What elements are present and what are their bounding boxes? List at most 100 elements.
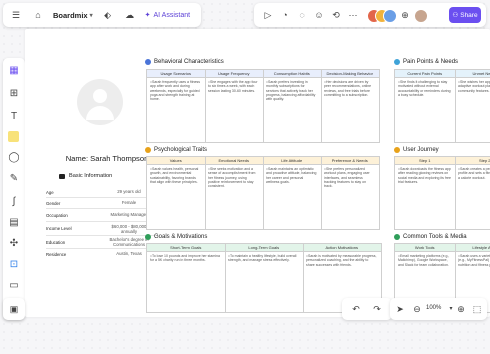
ai-assistant-button[interactable]: ✦ AI Assistant bbox=[145, 11, 190, 20]
section-psychological[interactable]: Psychological Traits bbox=[145, 147, 207, 153]
column-header: Current Pain Points bbox=[395, 70, 456, 78]
persona-board[interactable]: Name: Sarah Thompson Basic Information A… bbox=[25, 29, 490, 317]
column-header: Long-Term Goals bbox=[225, 244, 304, 252]
cell-text: Sarah frequently uses a fitness app afte… bbox=[150, 80, 201, 102]
fit-screen-icon[interactable]: ⬚ bbox=[470, 302, 484, 316]
mindmap-icon[interactable]: ✣ bbox=[7, 237, 21, 251]
templates-icon[interactable]: ▦ bbox=[7, 64, 21, 78]
column-header: Consumption Habits bbox=[263, 70, 322, 78]
cell-text: To lose 10 pounds and improve her stamin… bbox=[150, 254, 220, 263]
home-icon[interactable]: ⌂ bbox=[31, 8, 45, 22]
cell-text: Sarah downloads the fitness app after re… bbox=[398, 167, 451, 184]
avatar[interactable] bbox=[383, 9, 397, 23]
section-title: Behavioral Characteristics bbox=[154, 59, 224, 65]
table-cell[interactable]: •Sarah values health, personal growth, a… bbox=[150, 167, 201, 227]
cloud-icon[interactable]: ☁ bbox=[123, 8, 137, 22]
table-cell[interactable]: •Sarah prefers investing in monthly subs… bbox=[266, 80, 317, 140]
section-goals[interactable]: Goals & Motivations bbox=[145, 234, 207, 240]
table-cell[interactable]: •She wishes her app offered adaptive wor… bbox=[458, 80, 490, 140]
menu-icon[interactable]: ☰ bbox=[9, 8, 23, 22]
section-title: Pain Points & Needs bbox=[403, 59, 459, 65]
cell-text: Sarah values health, personal growth, an… bbox=[150, 167, 199, 184]
section-journey[interactable]: User Journey bbox=[394, 147, 439, 153]
more-icon[interactable]: ⋯ bbox=[346, 8, 360, 22]
section-dot-icon bbox=[394, 147, 400, 153]
pen-icon[interactable]: ✎ bbox=[7, 172, 21, 186]
zoom-bar: ➤ ⊖ 100% ▾ ⊕ ⬚ bbox=[390, 298, 487, 320]
table-journey[interactable]: Step 1 •Sarah downloads the fitness app a… bbox=[394, 156, 490, 230]
left-tools-panel: ▦ ⊞ T ◯ ✎ ∫ ▤ ✣ ⊡ ▭ ⋯ bbox=[3, 58, 25, 320]
cursor-icon[interactable]: ➤ bbox=[393, 302, 407, 316]
section-tools[interactable]: Common Tools & Media bbox=[394, 234, 467, 240]
zoom-out-icon[interactable]: ⊖ bbox=[410, 302, 424, 316]
column-header: Short-Term Goals bbox=[147, 244, 226, 252]
user-avatar[interactable] bbox=[414, 9, 428, 23]
collab-toolbar: ▷ ◔ ◌ ☺ ⟲ ⋯ ⊕ ⚇ Share bbox=[254, 3, 486, 27]
column-header: Decision-Making Behavior bbox=[321, 70, 380, 78]
cell-text: To maintain a healthy lifestyle, build o… bbox=[228, 254, 297, 263]
table-psychological[interactable]: Values •Sarah values health, personal gro… bbox=[146, 156, 380, 230]
table-cell[interactable]: •Sarah maintains an optimistic and proac… bbox=[266, 167, 317, 227]
column-header: Work Tools bbox=[395, 244, 456, 252]
text-icon[interactable]: T bbox=[7, 110, 21, 124]
table-cell[interactable]: •She prefers personalized workout plans,… bbox=[324, 167, 375, 227]
table-cell[interactable]: •Her decisions are driven by peer recomm… bbox=[324, 80, 375, 140]
redo-icon[interactable]: ↷ bbox=[370, 302, 384, 316]
frame-icon[interactable]: ⊞ bbox=[7, 87, 21, 101]
id-card-icon bbox=[59, 173, 65, 179]
shape-icon[interactable]: ◯ bbox=[7, 151, 21, 165]
sticky-note-icon[interactable] bbox=[8, 131, 19, 142]
cell-text: Sarah maintains an optimistic and proact… bbox=[266, 167, 317, 184]
column-header: Usage Frequency bbox=[205, 70, 264, 78]
comment-icon[interactable]: ◌ bbox=[295, 8, 309, 22]
cell-text: She engages with the app four to six tim… bbox=[208, 80, 258, 93]
share-button[interactable]: ⚇ Share bbox=[449, 7, 481, 23]
info-label: Gender bbox=[46, 201, 61, 206]
column-header: Usage Scenarios bbox=[147, 70, 206, 78]
column-header: Step 2 bbox=[455, 157, 490, 165]
table-cell[interactable]: •She engages with the app four to six ti… bbox=[208, 80, 259, 140]
cell-text: Sarah prefers investing in monthly subsc… bbox=[266, 80, 316, 102]
connector-icon[interactable]: ∫ bbox=[7, 195, 21, 209]
profile-avatar bbox=[77, 79, 123, 125]
chat-icon[interactable]: ☺ bbox=[312, 8, 326, 22]
zoom-level[interactable]: 100% bbox=[426, 305, 441, 311]
info-label: Residence bbox=[46, 252, 67, 257]
tag-icon[interactable]: ⬖ bbox=[101, 8, 115, 22]
table-cell[interactable]: •Sarah downloads the fitness app after r… bbox=[398, 167, 451, 227]
apps-icon[interactable]: ⊡ bbox=[7, 258, 21, 272]
info-label: Age bbox=[46, 190, 54, 195]
zoom-in-icon[interactable]: ⊕ bbox=[454, 302, 468, 316]
user-plus-icon: ⚇ bbox=[452, 12, 459, 19]
history-bar: ↶ ↷ bbox=[342, 298, 392, 320]
minimap-icon[interactable]: ▣ bbox=[7, 302, 21, 316]
add-collaborator-icon[interactable]: ⊕ bbox=[398, 8, 412, 22]
history-icon[interactable]: ⟲ bbox=[329, 8, 343, 22]
basic-info-title: Basic Information bbox=[69, 173, 113, 179]
app-window: ☰ ⌂ Boardmix ▾ ⬖ ☁ ✦ AI Assistant ▷ ◔ ◌ ☺ … bbox=[0, 0, 490, 354]
section-behavioral[interactable]: Behavioral Characteristics bbox=[145, 59, 224, 65]
table-cell[interactable]: •She finds it challenging to stay motiva… bbox=[398, 80, 451, 140]
table-pain-points[interactable]: Current Pain Points •She finds it challen… bbox=[394, 69, 490, 143]
column-header: Lifestyle Apps bbox=[455, 244, 490, 252]
cell-text: She prefers personalized workout plans, … bbox=[324, 167, 370, 189]
info-label: Education bbox=[46, 240, 66, 245]
section-title: Common Tools & Media bbox=[403, 234, 467, 240]
basic-info-heading: Basic Information bbox=[59, 173, 112, 179]
top-toolbar: ☰ ⌂ Boardmix ▾ ⬖ ☁ ✦ AI Assistant bbox=[3, 3, 201, 27]
table-cell[interactable]: •To maintain a healthy lifestyle, build … bbox=[228, 254, 299, 310]
document-icon[interactable]: ▭ bbox=[7, 279, 21, 293]
section-pain-points[interactable]: Pain Points & Needs bbox=[394, 59, 458, 65]
column-header: Preference & Needs bbox=[321, 157, 380, 165]
table-cell[interactable]: •Sarah creates a personalized profile an… bbox=[458, 167, 490, 227]
table-cell[interactable]: •She seeks motivation and a sense of acc… bbox=[208, 167, 259, 227]
section-dot-icon bbox=[394, 234, 400, 240]
timer-icon[interactable]: ◔ bbox=[278, 8, 292, 22]
board-title-dropdown[interactable]: Boardmix ▾ bbox=[53, 11, 93, 20]
table-icon[interactable]: ▤ bbox=[7, 216, 21, 230]
table-cell[interactable]: •Sarah frequently uses a fitness app aft… bbox=[150, 80, 201, 140]
table-cell[interactable]: •To lose 10 pounds and improve her stami… bbox=[150, 254, 221, 310]
undo-icon[interactable]: ↶ bbox=[349, 302, 363, 316]
table-behavioral[interactable]: Usage Scenarios •Sarah frequently uses a … bbox=[146, 69, 380, 143]
play-icon[interactable]: ▷ bbox=[261, 8, 275, 22]
